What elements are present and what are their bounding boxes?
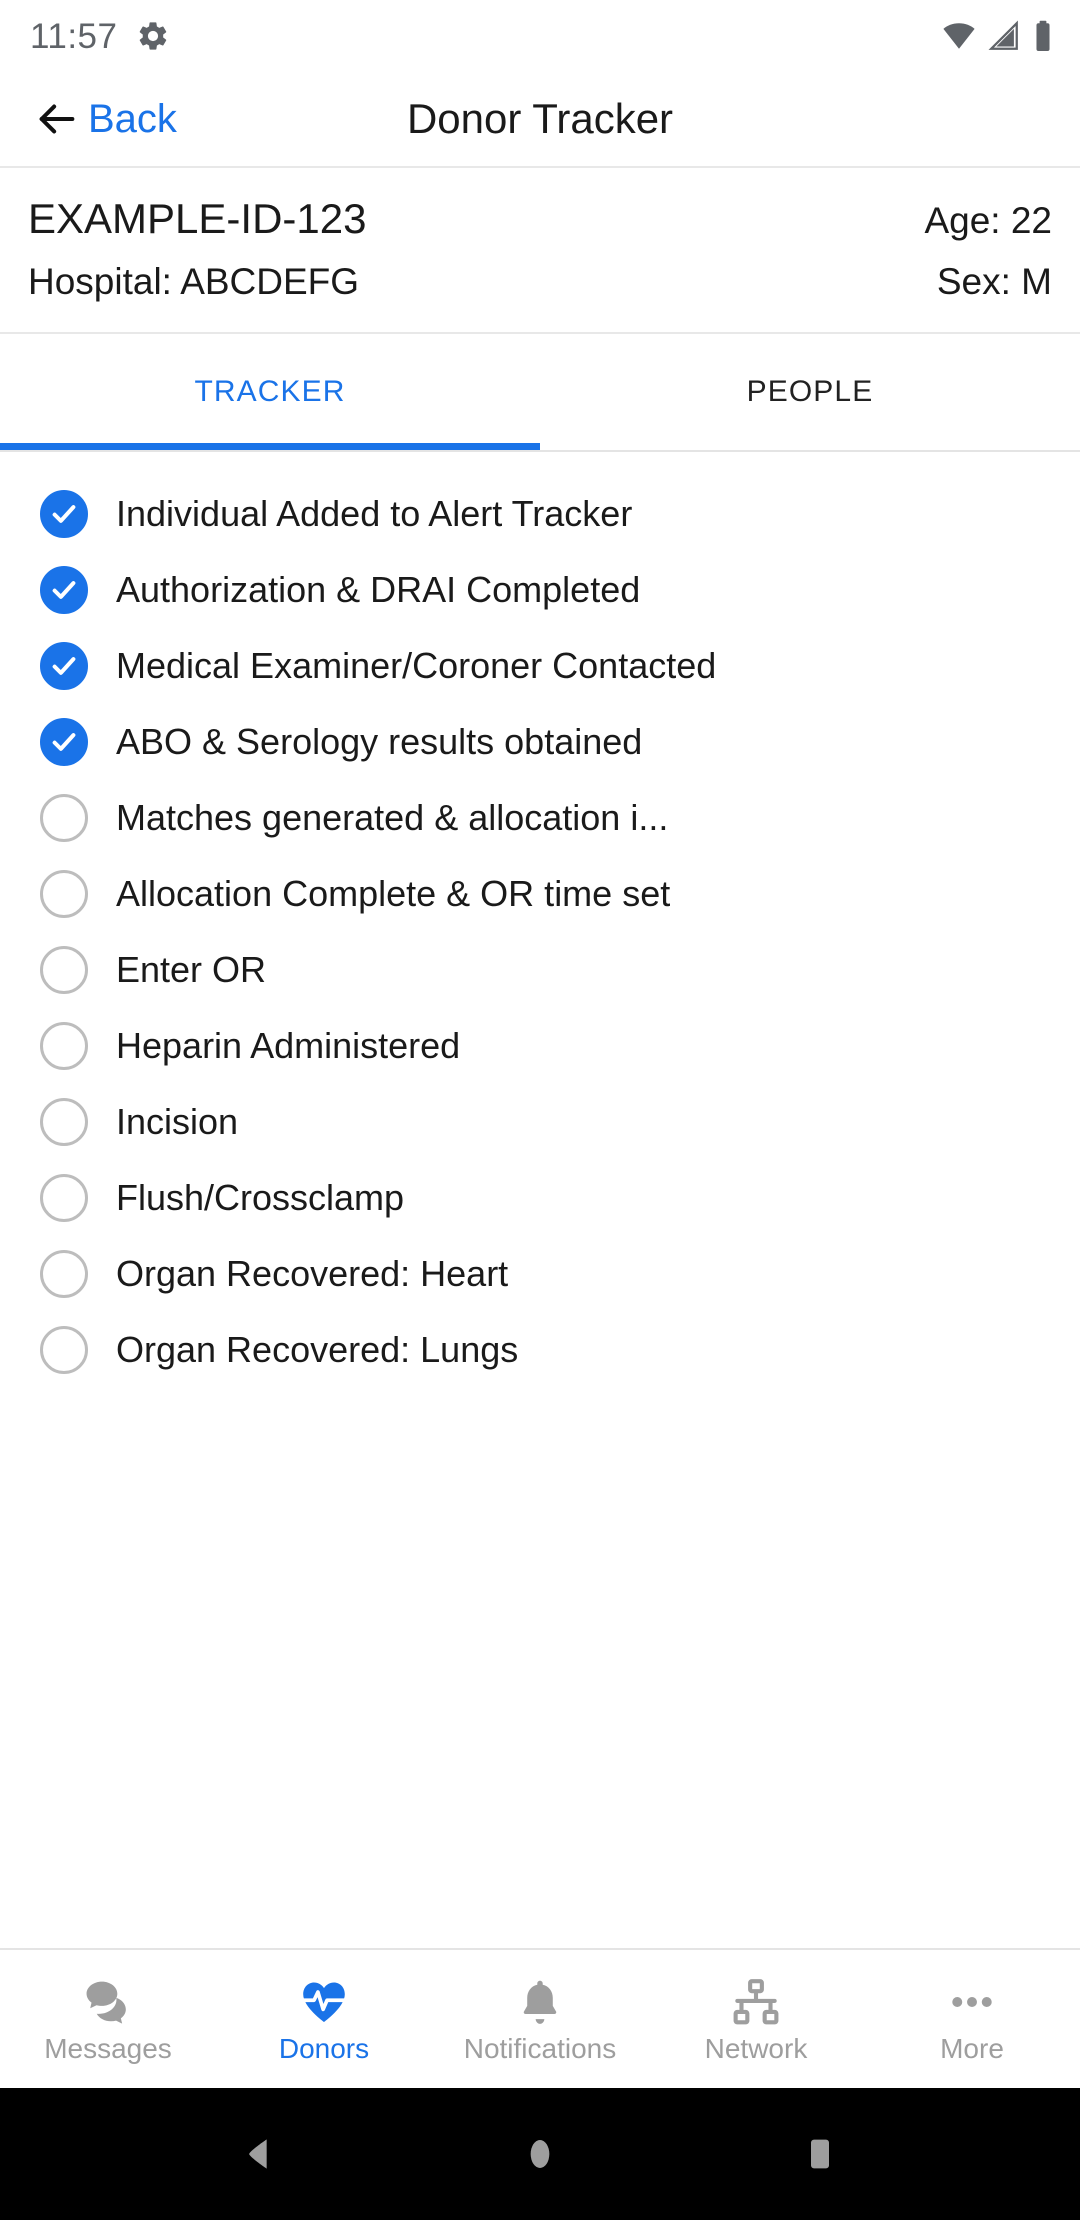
checklist-item[interactable]: Organ Recovered: Lungs — [0, 1312, 1080, 1388]
tracker-checklist: Individual Added to Alert Tracker Author… — [0, 452, 1080, 1948]
arrow-left-icon — [34, 96, 80, 142]
checklist-item-label: Individual Added to Alert Tracker — [116, 493, 633, 535]
tab-people[interactable]: PEOPLE — [540, 334, 1080, 450]
checklist-item-label: Heparin Administered — [116, 1025, 461, 1067]
cellular-signal-icon — [987, 19, 1021, 53]
phone-screen: 11:57 Back Donor Tracker EXAMPLE-ID-123 … — [0, 0, 1080, 2220]
nav-item-donors-label: Donors — [278, 2033, 370, 2064]
bell-icon — [514, 1975, 566, 2029]
back-button-label: Back — [88, 97, 177, 141]
wifi-icon — [942, 19, 976, 53]
status-bar-right-icons — [942, 19, 1054, 53]
three-dots-icon — [946, 1975, 998, 2029]
checkbox-unchecked-icon[interactable] — [40, 1022, 88, 1070]
checklist-item[interactable]: Individual Added to Alert Tracker — [0, 476, 1080, 552]
donor-info-row-secondary: Hospital: ABCDEFG Sex: M — [28, 261, 1052, 303]
donor-id: EXAMPLE-ID-123 — [28, 195, 367, 242]
checklist-item-label: Organ Recovered: Lungs — [116, 1329, 519, 1371]
checklist-item-label: Authorization & DRAI Completed — [116, 569, 641, 611]
donor-sex: Sex: M — [936, 261, 1052, 303]
checkbox-unchecked-icon[interactable] — [40, 1326, 88, 1374]
checklist-item[interactable]: Matches generated & allocation i... — [0, 780, 1080, 856]
nav-item-notifications[interactable]: Notifications — [432, 1975, 648, 2063]
checklist-item[interactable]: Heparin Administered — [0, 1008, 1080, 1084]
donor-hospital: Hospital: ABCDEFG — [28, 261, 360, 303]
checklist-item-label: Medical Examiner/Coroner Contacted — [116, 645, 717, 687]
checklist-item[interactable]: Flush/Crossclamp — [0, 1160, 1080, 1236]
nav-item-network[interactable]: Network — [648, 1975, 864, 2063]
nav-item-network-label: Network — [704, 2033, 808, 2064]
network-hierarchy-icon — [730, 1975, 782, 2029]
gear-icon — [136, 19, 170, 53]
app-bar: Back Donor Tracker — [0, 72, 1080, 168]
donor-info-row-primary: EXAMPLE-ID-123 Age: 22 — [28, 195, 1052, 242]
status-bar-left-icons — [136, 19, 170, 53]
checklist-item[interactable]: Organ Recovered: Heart — [0, 1236, 1080, 1312]
nav-item-messages-label: Messages — [44, 2033, 172, 2064]
home-circle-icon[interactable] — [480, 2134, 600, 2174]
checkbox-checked-icon[interactable] — [40, 490, 88, 538]
bottom-navigation-bar: Messages Donors Notifications Network Mo… — [0, 1948, 1080, 2088]
tab-tracker[interactable]: TRACKER — [0, 334, 540, 450]
checkbox-checked-icon[interactable] — [40, 718, 88, 766]
checklist-item-label: Allocation Complete & OR time set — [116, 873, 671, 915]
nav-item-donors[interactable]: Donors — [216, 1975, 432, 2063]
back-triangle-icon[interactable] — [200, 2134, 320, 2174]
android-system-navigation-bar — [0, 2088, 1080, 2220]
checkbox-unchecked-icon[interactable] — [40, 794, 88, 842]
chat-bubbles-icon — [82, 1975, 134, 2029]
checkbox-unchecked-icon[interactable] — [40, 870, 88, 918]
checkbox-unchecked-icon[interactable] — [40, 1098, 88, 1146]
status-bar: 11:57 — [0, 0, 1080, 72]
checkbox-unchecked-icon[interactable] — [40, 1174, 88, 1222]
nav-item-more-label: More — [940, 2033, 1004, 2064]
donor-info-panel: EXAMPLE-ID-123 Age: 22 Hospital: ABCDEFG… — [0, 168, 1080, 334]
nav-item-notifications-label: Notifications — [463, 2033, 617, 2064]
checkbox-checked-icon[interactable] — [40, 566, 88, 614]
checklist-item-label: Organ Recovered: Heart — [116, 1253, 509, 1295]
checklist-item-label: Incision — [116, 1101, 239, 1143]
checklist-item[interactable]: Incision — [0, 1084, 1080, 1160]
nav-item-messages[interactable]: Messages — [0, 1975, 216, 2063]
checklist-item-label: ABO & Serology results obtained — [116, 721, 643, 763]
checklist-item-label: Matches generated & allocation i... — [116, 797, 669, 839]
tab-tracker-label: TRACKER — [194, 375, 346, 408]
checklist-item-label: Enter OR — [116, 949, 267, 991]
checklist-item[interactable]: Enter OR — [0, 932, 1080, 1008]
checklist-item[interactable]: Allocation Complete & OR time set — [0, 856, 1080, 932]
checklist-item[interactable]: Medical Examiner/Coroner Contacted — [0, 628, 1080, 704]
recents-square-icon[interactable] — [760, 2134, 880, 2174]
checkbox-unchecked-icon[interactable] — [40, 1250, 88, 1298]
heart-pulse-icon — [298, 1975, 350, 2029]
battery-icon — [1032, 19, 1054, 53]
checkbox-unchecked-icon[interactable] — [40, 946, 88, 994]
tab-people-label: PEOPLE — [746, 375, 874, 408]
checklist-item-label: Flush/Crossclamp — [116, 1177, 405, 1219]
donor-age: Age: 22 — [924, 200, 1052, 241]
checklist-item[interactable]: ABO & Serology results obtained — [0, 704, 1080, 780]
checkbox-checked-icon[interactable] — [40, 642, 88, 690]
checklist-item[interactable]: Authorization & DRAI Completed — [0, 552, 1080, 628]
tab-bar: TRACKER PEOPLE — [0, 334, 1080, 452]
status-bar-clock: 11:57 — [30, 16, 118, 56]
back-button[interactable]: Back — [0, 96, 177, 142]
nav-item-more[interactable]: More — [864, 1975, 1080, 2063]
